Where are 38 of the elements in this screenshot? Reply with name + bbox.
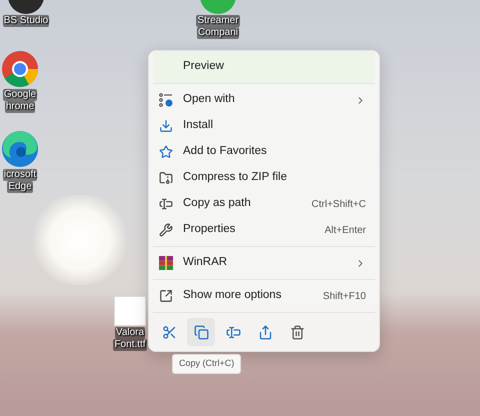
desktop-icon-label: Font.ttf bbox=[113, 339, 147, 351]
shortcut-label: Shift+F10 bbox=[322, 290, 366, 304]
desktop-icon-label: Google bbox=[2, 89, 38, 101]
share-icon bbox=[258, 324, 272, 340]
browser-icon[interactable] bbox=[1, 130, 39, 168]
desktop-icon-label: BS Studio bbox=[2, 15, 50, 27]
desktop-icon-label: Edge bbox=[7, 181, 33, 193]
menu-item[interactable]: Preview bbox=[153, 51, 375, 83]
shortcut-label: Alt+Enter bbox=[324, 224, 366, 238]
desktop-icon-label: hrome bbox=[4, 101, 36, 113]
menu-item[interactable]: Open with bbox=[153, 87, 375, 113]
books-icon bbox=[159, 256, 173, 270]
tooltip: Copy (Ctrl+C) bbox=[172, 354, 242, 374]
desktop-icon-label: Compani bbox=[196, 27, 240, 39]
menu-item[interactable]: Copy as path Ctrl+Shift+C bbox=[153, 191, 375, 217]
menu-item[interactable]: Properties Alt+Enter bbox=[153, 217, 375, 243]
toolbar-button[interactable] bbox=[187, 318, 215, 346]
rename-icon bbox=[226, 324, 240, 340]
menu-item[interactable]: Install bbox=[153, 113, 375, 139]
menu-item[interactable]: Add to Favorites bbox=[153, 139, 375, 165]
shortcut-label: Ctrl+Shift+C bbox=[312, 198, 366, 212]
download-icon bbox=[159, 119, 173, 133]
cut-icon bbox=[162, 324, 176, 340]
desktop-icon-label: Valora bbox=[114, 327, 146, 339]
folder-icon bbox=[159, 171, 173, 185]
wrench-icon bbox=[159, 223, 173, 237]
menu-item[interactable]: WinRAR bbox=[153, 250, 375, 276]
copy-icon bbox=[194, 324, 208, 340]
menu-item[interactable]: Show more options Shift+F10 bbox=[153, 283, 375, 309]
star-icon bbox=[159, 145, 173, 159]
browser-icon[interactable] bbox=[1, 50, 39, 88]
open-external-icon bbox=[159, 289, 173, 303]
path-icon bbox=[159, 197, 173, 211]
desktop-icon-label: icrosoft bbox=[2, 169, 38, 181]
menu-item[interactable]: Compress to ZIP file bbox=[153, 165, 375, 191]
trash-icon bbox=[290, 324, 304, 340]
apps-list-icon bbox=[159, 93, 173, 107]
desktop-icon-label: Streamer bbox=[196, 15, 240, 27]
